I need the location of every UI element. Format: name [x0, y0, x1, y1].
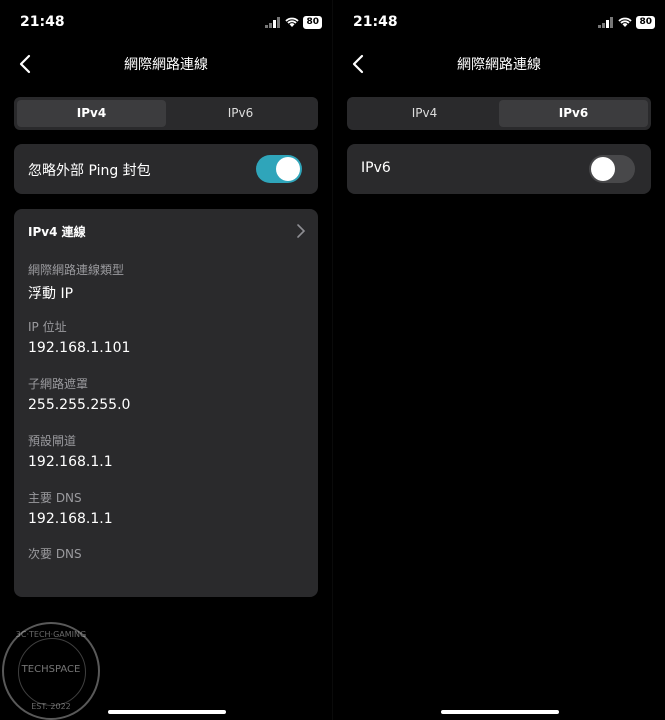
status-bar: 21:48 80 [353, 14, 655, 34]
ipv6-toggle[interactable] [589, 155, 635, 183]
tab-ipv4[interactable]: IPv4 [17, 100, 166, 127]
field-ip-address: IP 位址 192.168.1.101 [28, 320, 131, 356]
field-default-gateway: 預設閘道 192.168.1.1 [28, 434, 113, 470]
status-bar: 21:48 80 [20, 14, 322, 34]
home-indicator[interactable] [108, 710, 226, 714]
battery-icon: 80 [303, 16, 322, 29]
page-title: 網際網路連線 [124, 57, 208, 73]
ignore-ping-toggle[interactable] [256, 155, 302, 183]
status-time: 21:48 [20, 14, 65, 30]
field-connection-type: 網際網路連線類型 浮動 IP [28, 263, 125, 302]
page-title: 網際網路連線 [457, 57, 541, 73]
wifi-icon [618, 17, 633, 27]
field-secondary-dns: 次要 DNS [28, 547, 82, 561]
field-primary-dns: 主要 DNS 192.168.1.1 [28, 491, 113, 527]
ipv4-connection-card[interactable]: IPv4 連線 網際網路連線類型 浮動 IP IP 位址 192.168.1.1… [14, 209, 318, 597]
ignore-ping-row: 忽略外部 Ping 封包 [14, 144, 318, 194]
ipv6-label: IPv6 [361, 160, 391, 176]
ipv6-row: IPv6 [347, 144, 651, 194]
ipv4-screen: 21:48 80 網際網路連線 IPv4 IPv6 忽略外部 Ping 封包 I… [0, 0, 332, 720]
toggle-knob [276, 157, 300, 181]
home-indicator[interactable] [441, 710, 559, 714]
cellular-signal-icon [598, 17, 614, 28]
cellular-signal-icon [265, 17, 281, 28]
battery-icon: 80 [636, 16, 655, 29]
toggle-knob [591, 157, 615, 181]
chevron-right-icon[interactable] [296, 223, 306, 239]
ip-version-tabs: IPv4 IPv6 [14, 97, 318, 130]
ignore-ping-label: 忽略外部 Ping 封包 [28, 163, 151, 179]
ip-version-tabs: IPv4 IPv6 [347, 97, 651, 130]
ipv6-screen: 21:48 80 網際網路連線 IPv4 IPv6 IPv6 [333, 0, 665, 720]
tab-ipv6[interactable]: IPv6 [499, 100, 648, 127]
nav-bar: 網際網路連線 [0, 48, 332, 80]
field-subnet-mask: 子網路遮罩 255.255.255.0 [28, 377, 131, 413]
tab-ipv6[interactable]: IPv6 [166, 100, 315, 127]
tab-ipv4[interactable]: IPv4 [350, 100, 499, 127]
card-heading: IPv4 連線 [28, 225, 86, 239]
status-time: 21:48 [353, 14, 398, 30]
nav-bar: 網際網路連線 [333, 48, 665, 80]
watermark-stamp: 3C·TECH·GAMING TECHSPACE EST. 2022 [2, 622, 100, 720]
wifi-icon [285, 17, 300, 27]
